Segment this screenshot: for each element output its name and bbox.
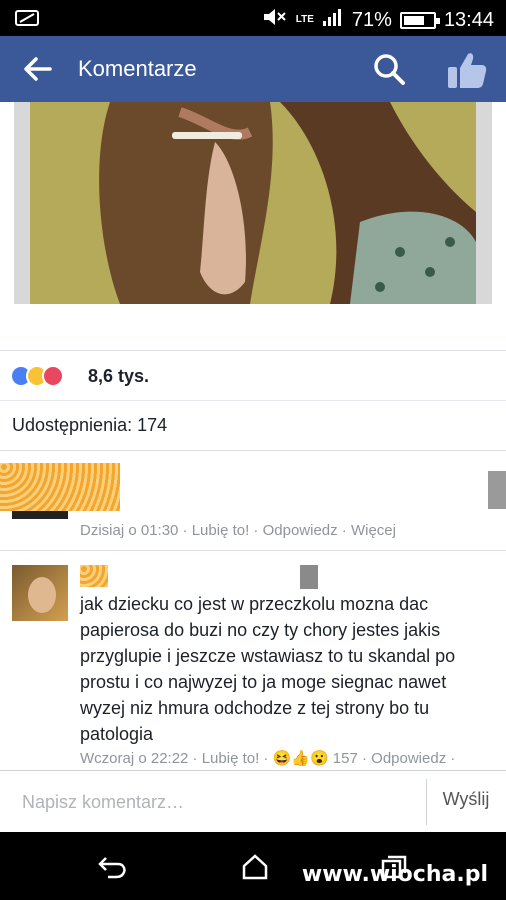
battery-percent: 71%	[351, 8, 392, 31]
battery-icon	[399, 11, 440, 29]
divider	[426, 779, 427, 825]
love-reaction-icon	[42, 365, 64, 387]
reactions-summary[interactable]: 8,6 tys.	[0, 350, 506, 400]
watermark: www.wiocha.pl	[301, 862, 488, 887]
send-button[interactable]: Wyślij	[434, 789, 498, 810]
app-bar: Komentarze	[0, 36, 506, 102]
comment-meta[interactable]: Dzisiaj o 01:30 · Lubię to! · Odpowiedz …	[80, 522, 396, 539]
signal-icon	[322, 7, 344, 33]
back-arrow-icon[interactable]	[22, 54, 54, 84]
comment-composer: Wyślij	[0, 770, 506, 833]
comment-meta[interactable]: Wczoraj o 22:22 · Lubię to! · 😆👍😮 157 · …	[80, 749, 455, 767]
comment-edge	[488, 471, 506, 509]
reaction-icons	[10, 365, 64, 387]
like-icon[interactable]	[446, 50, 488, 90]
back-nav-icon[interactable]	[96, 852, 130, 882]
notification-icon	[14, 8, 40, 33]
search-icon[interactable]	[372, 52, 406, 86]
comment-input[interactable]	[0, 771, 424, 833]
comment: jak dziecku co jest w przeczkolu mozna d…	[0, 550, 506, 770]
comment: Dzisiaj o 01:30 · Lubię to! · Odpowiedz …	[0, 450, 506, 550]
comment-text: jak dziecku co jest w przeczkolu mozna d…	[80, 594, 456, 744]
redacted-name	[80, 565, 108, 587]
navigation-bar: www.wiocha.pl	[0, 832, 506, 900]
home-icon[interactable]	[238, 852, 272, 882]
avatar[interactable]	[12, 565, 68, 621]
redacted-name	[0, 463, 120, 511]
status-bar: LTE 71% 13:44	[0, 0, 506, 36]
mute-icon	[262, 6, 288, 34]
battery-fill	[403, 15, 424, 25]
page-title: Komentarze	[78, 56, 197, 81]
post-photo-area	[0, 102, 506, 350]
clock: 13:44	[443, 8, 494, 31]
comment-edge	[300, 565, 318, 589]
reaction-count: 8,6 tys.	[88, 366, 150, 386]
post-photo[interactable]	[30, 102, 476, 304]
network-type: LTE	[295, 14, 314, 25]
shares-row[interactable]: Udostępnienia: 174	[0, 400, 506, 450]
shares-label: Udostępnienia: 174	[12, 415, 168, 435]
